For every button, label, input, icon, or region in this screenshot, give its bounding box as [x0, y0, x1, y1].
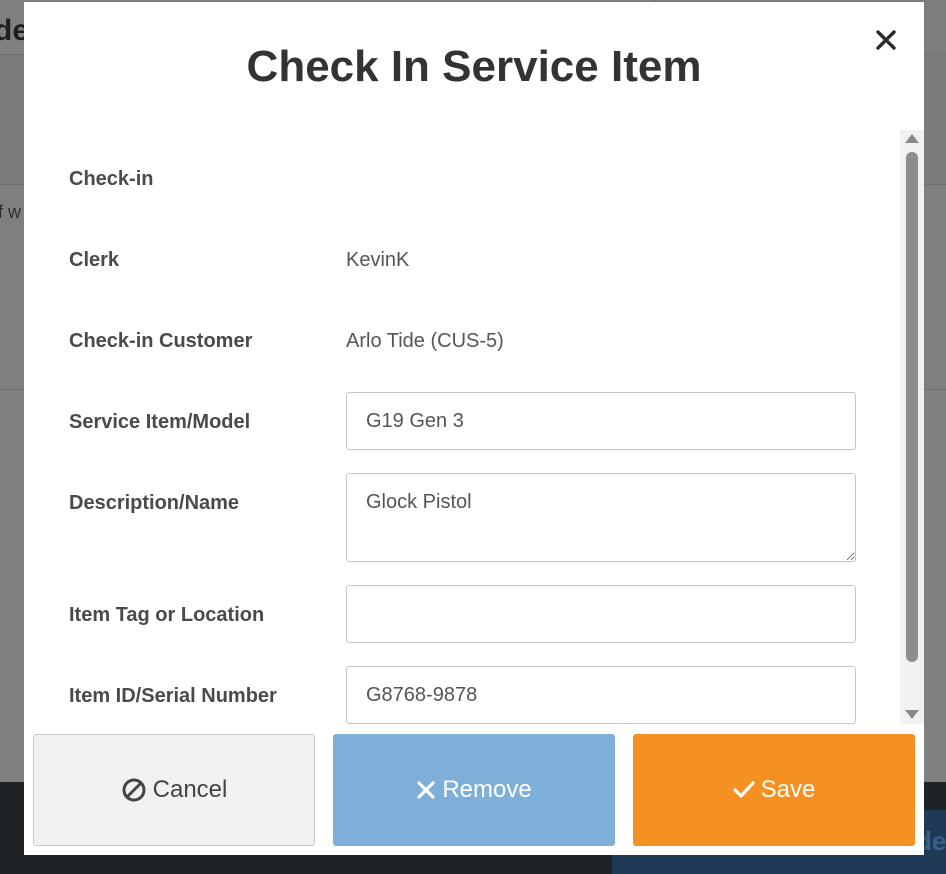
checkin-customer-label: Check-in Customer: [69, 330, 253, 352]
serial-number-label: Item ID/Serial Number: [69, 685, 277, 707]
clerk-label: Clerk: [69, 249, 120, 271]
item-tag-input[interactable]: [346, 585, 856, 643]
ban-icon: [121, 777, 147, 803]
clerk-value: KevinK: [346, 249, 410, 271]
scroll-thumb[interactable]: [906, 152, 918, 662]
dialog-button-bar: Cancel Remove Save: [24, 724, 924, 855]
service-item-input[interactable]: [346, 392, 856, 450]
save-button[interactable]: Save: [633, 734, 915, 846]
x-icon: [416, 780, 436, 800]
description-textarea[interactable]: Glock Pistol: [346, 473, 856, 562]
background-text: f w: [0, 202, 22, 222]
cancel-label: Cancel: [152, 776, 228, 803]
description-label: Description/Name: [69, 492, 240, 514]
form-area: Check-in Clerk KevinK Check-in Customer …: [24, 132, 900, 724]
scroll-up-arrow-icon[interactable]: [905, 134, 919, 143]
check-icon: [733, 780, 755, 800]
cancel-button[interactable]: Cancel: [33, 734, 315, 846]
serial-number-input[interactable]: [346, 666, 856, 724]
service-item-label: Service Item/Model: [69, 411, 251, 433]
save-label: Save: [760, 776, 816, 803]
remove-button[interactable]: Remove: [333, 734, 615, 846]
dialog-title: Check In Service Item: [246, 42, 702, 91]
checkin-customer-value: Arlo Tide (CUS-5): [346, 330, 504, 352]
remove-label: Remove: [442, 776, 532, 803]
item-tag-label: Item Tag or Location: [69, 604, 265, 626]
check-in-dialog: Check In Service Item Check-in Clerk Kev…: [24, 2, 924, 855]
close-button[interactable]: [870, 24, 902, 56]
checkin-label: Check-in: [69, 168, 154, 190]
form-scrollbar[interactable]: [900, 130, 924, 724]
scroll-down-arrow-icon[interactable]: [905, 710, 919, 719]
close-icon: [876, 30, 896, 50]
